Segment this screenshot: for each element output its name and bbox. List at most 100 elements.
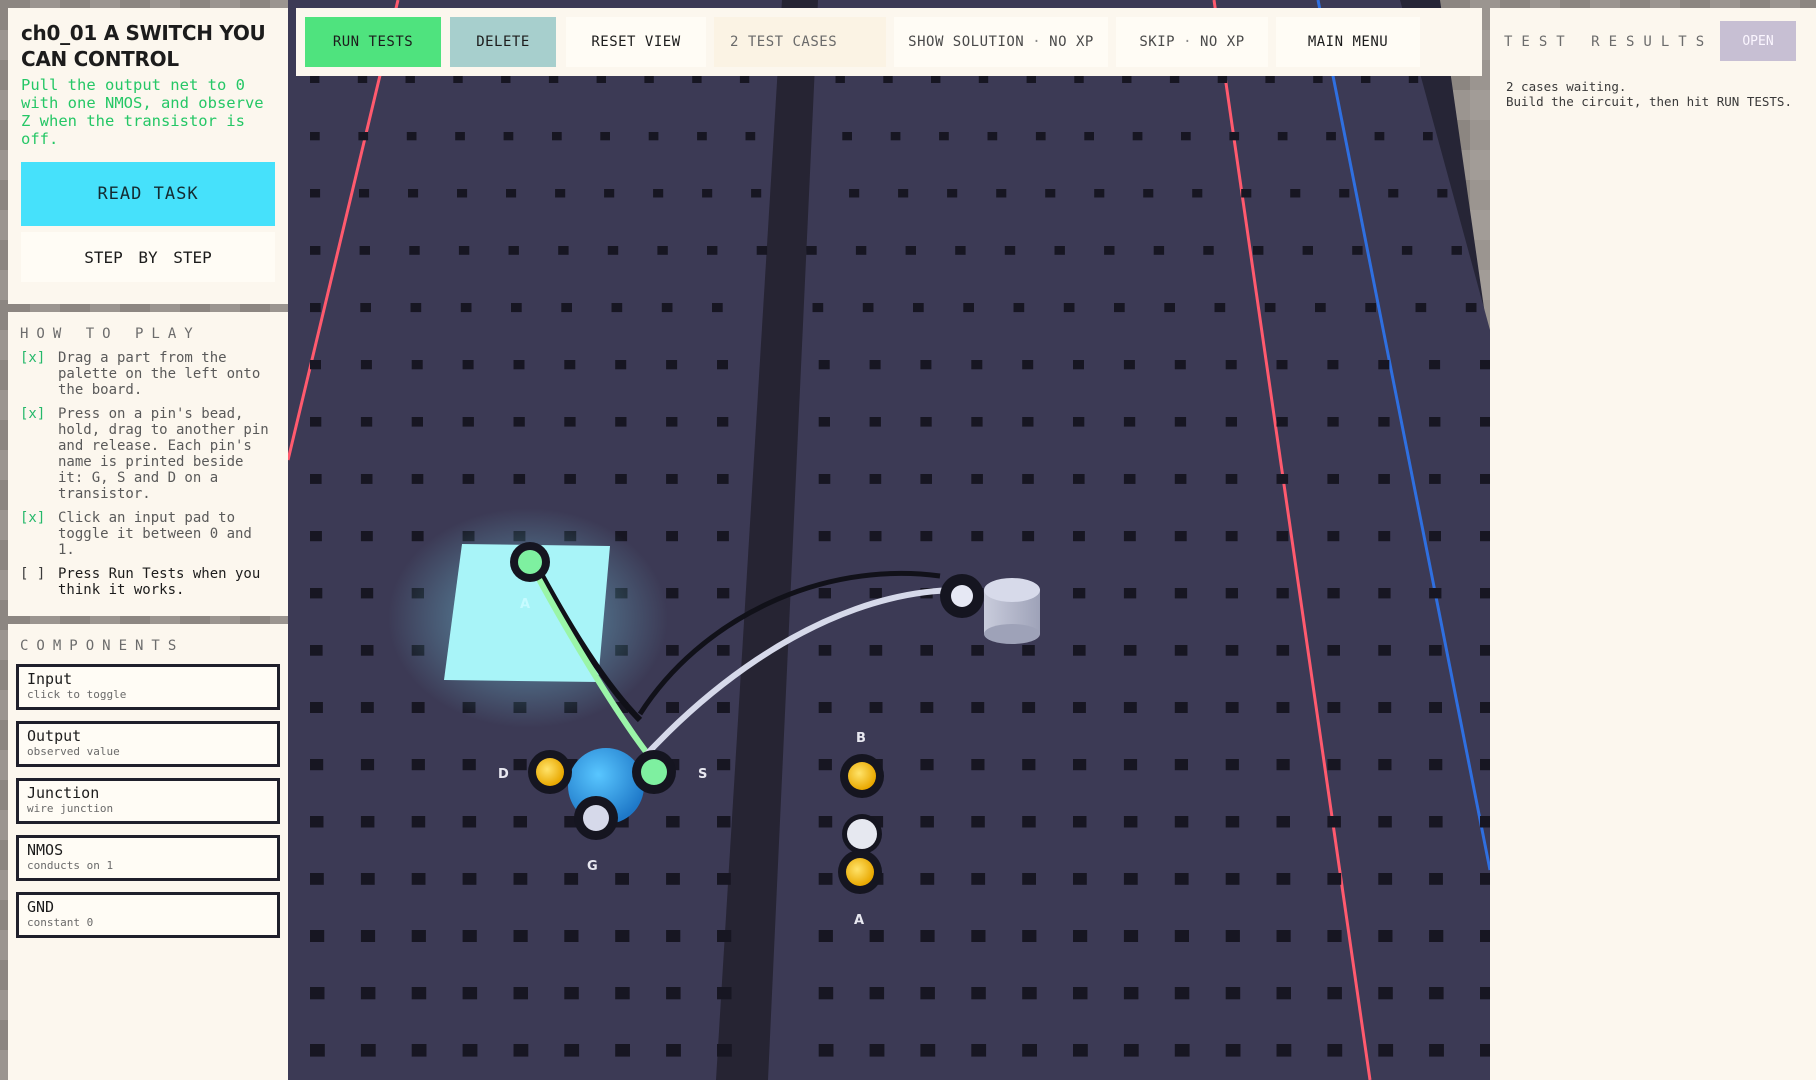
- main-menu-button[interactable]: MAIN MENU: [1276, 17, 1420, 67]
- board-hole: [978, 75, 989, 83]
- board-hole: [971, 531, 984, 542]
- board-hole: [506, 189, 517, 198]
- board-hole: [615, 873, 629, 885]
- component-junction[interactable]: Junction wire junction: [16, 778, 280, 824]
- terminal-b-bead[interactable]: [848, 762, 876, 790]
- show-solution-button[interactable]: SHOW SOLUTION · NO XP: [894, 17, 1108, 67]
- board-hole: [1429, 930, 1444, 942]
- board-hole: [1174, 1044, 1190, 1057]
- delete-button[interactable]: DELETE: [450, 17, 556, 67]
- board-hole: [1073, 531, 1085, 542]
- component-name: GND: [27, 898, 55, 916]
- board-hole: [604, 189, 615, 198]
- board-hole: [508, 246, 519, 255]
- step-by-step-button[interactable]: STEP BY STEP: [21, 232, 275, 282]
- board-hole: [310, 531, 322, 542]
- board-hole: [947, 189, 958, 198]
- component-subtitle: wire junction: [27, 802, 114, 815]
- board-hole: [1123, 1044, 1139, 1057]
- board-hole: [408, 189, 419, 198]
- board-hole: [1229, 132, 1240, 141]
- output-pin-bead[interactable]: [951, 585, 973, 607]
- pin-label-d: D: [498, 767, 509, 782]
- board-hole: [920, 1044, 936, 1057]
- board-hole: [931, 75, 941, 83]
- checkbox-done: [x]: [20, 406, 46, 422]
- board-hole: [648, 132, 659, 141]
- reset-view-button[interactable]: RESET VIEW: [566, 17, 706, 67]
- how-to-play-title: HOW TO PLAY: [20, 326, 201, 342]
- board-hole: [971, 360, 983, 370]
- board-hole: [920, 930, 935, 942]
- output-probe[interactable]: [984, 578, 1040, 602]
- components-title: COMPONENTS: [20, 638, 185, 654]
- board-hole: [513, 474, 526, 484]
- results-hint-line: Build the circuit, then hit RUN TESTS.: [1506, 94, 1792, 109]
- board-hole: [883, 75, 893, 83]
- board-hole: [835, 75, 845, 83]
- board-hole: [1225, 474, 1238, 484]
- howto-text: Press on a pin's bead, hold, drag to ano…: [58, 406, 269, 502]
- board-hole: [1429, 360, 1441, 370]
- board-hole: [712, 303, 723, 313]
- read-task-button[interactable]: READ TASK: [21, 162, 275, 226]
- component-nmos[interactable]: NMOS conducts on 1: [16, 835, 280, 881]
- board-hole: [1022, 873, 1036, 885]
- board-hole: [310, 702, 323, 713]
- board-hole: [1378, 360, 1390, 370]
- board-hole: [596, 75, 606, 83]
- board-hole: [1277, 132, 1288, 141]
- board-hole: [1035, 132, 1046, 141]
- nmos-pin-g-bead[interactable]: [583, 805, 609, 831]
- open-results-button[interactable]: OPEN: [1720, 21, 1796, 61]
- board-hole: [1022, 360, 1034, 370]
- board-hole: [1225, 417, 1237, 427]
- board-hole: [1415, 303, 1427, 313]
- level-description: Pull the output net to 0 with one NMOS, …: [21, 76, 264, 148]
- board-hole: [600, 132, 610, 141]
- board-hole: [702, 189, 713, 198]
- board-hole: [971, 702, 985, 713]
- board-hole: [1073, 759, 1087, 771]
- board-hole: [1073, 474, 1085, 484]
- board-hole: [971, 930, 986, 942]
- board-hole: [1203, 246, 1214, 255]
- board-hole: [657, 246, 668, 255]
- junction-bead[interactable]: [847, 819, 877, 849]
- component-input[interactable]: Input click to toggle: [16, 664, 280, 710]
- board-hole: [1123, 588, 1137, 599]
- show-solution-label: SHOW SOLUTION: [908, 34, 1025, 50]
- skip-button[interactable]: SKIP · NO XP: [1116, 17, 1268, 67]
- board-hole: [1313, 75, 1323, 83]
- board-hole: [310, 75, 320, 83]
- board-hole: [462, 759, 476, 771]
- board-hole: [1225, 531, 1238, 542]
- task-panel: ch0_01 A SWITCH YOU CAN CONTROL Pull the…: [8, 8, 288, 304]
- input-pad-bead[interactable]: [518, 550, 542, 574]
- board-hole: [898, 189, 909, 198]
- board-hole: [1437, 189, 1448, 198]
- board-hole: [1378, 759, 1392, 771]
- board-hole: [971, 1044, 987, 1057]
- board-hole: [818, 759, 832, 771]
- terminal-a-bead[interactable]: [846, 858, 874, 886]
- pin-label-b: B: [856, 731, 866, 746]
- board-hole: [869, 474, 882, 484]
- nmos-pin-d-bead[interactable]: [536, 758, 564, 786]
- board-hole: [971, 816, 985, 828]
- board-hole: [561, 303, 572, 313]
- board-hole: [666, 987, 681, 1000]
- board-hole: [1022, 702, 1036, 713]
- run-tests-button[interactable]: RUN TESTS: [305, 17, 441, 67]
- board-hole: [453, 75, 463, 83]
- board-hole: [360, 360, 372, 370]
- component-output[interactable]: Output observed value: [16, 721, 280, 767]
- board-hole: [1192, 189, 1203, 198]
- component-gnd[interactable]: GND constant 0: [16, 892, 280, 938]
- board-hole: [1429, 987, 1444, 1000]
- board-hole: [1276, 645, 1290, 656]
- board-hole: [462, 360, 474, 370]
- board-hole: [360, 474, 373, 484]
- nmos-pin-s-bead[interactable]: [641, 759, 667, 785]
- board-hole: [939, 132, 949, 141]
